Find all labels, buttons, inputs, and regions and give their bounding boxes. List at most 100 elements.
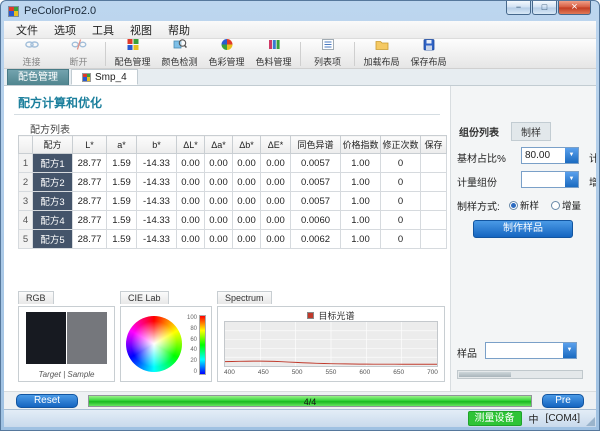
column-header[interactable]: a* <box>107 136 137 154</box>
save-cell[interactable] <box>421 173 447 192</box>
menu-file[interactable]: 文件 <box>8 21 46 39</box>
formula-name-cell[interactable]: 配方1 <box>33 154 73 173</box>
b-value: -14.33 <box>137 211 177 230</box>
toolbar-label: 色料管理 <box>255 57 291 67</box>
dl-value: 0.00 <box>177 211 205 230</box>
toolbar-colorant-manage[interactable]: 色料管理 <box>250 37 297 70</box>
save-cell[interactable] <box>421 154 447 173</box>
progress-text: 4/4 <box>89 397 531 407</box>
base-ratio-input[interactable]: 80.00 ▼ <box>521 147 579 164</box>
toolbar-load-layout[interactable]: 加载布局 <box>358 37 405 70</box>
radio-unselected-icon[interactable] <box>551 201 560 210</box>
tab-make-sample[interactable]: 制样 <box>511 122 551 141</box>
metering-component-dropdown[interactable]: ▼ <box>521 171 579 188</box>
da-value: 0.00 <box>205 230 233 249</box>
table-row[interactable]: 1 配方1 28.77 1.59 -14.33 0.00 0.00 0.00 0… <box>19 154 447 173</box>
radio-increment[interactable]: 增量 <box>551 198 581 212</box>
column-header[interactable]: 价格指数 <box>341 136 381 154</box>
scrollbar-thumb[interactable] <box>459 372 511 377</box>
reset-button[interactable]: Reset <box>16 394 78 408</box>
toolbar-color-matching[interactable]: 配色管理 <box>109 37 156 70</box>
device-status-badge: 测量设备 <box>468 411 522 426</box>
toolbar-list-items[interactable]: 列表项 <box>304 37 351 70</box>
row-number: 1 <box>19 154 33 173</box>
cielab-panel-tab[interactable]: CIE Lab <box>120 291 169 304</box>
maximize-button[interactable] <box>532 1 557 15</box>
column-header[interactable]: b* <box>137 136 177 154</box>
column-header[interactable]: 同色异谱 <box>291 136 341 154</box>
column-header[interactable]: Δa* <box>205 136 233 154</box>
scale-tick: 60 <box>187 337 197 343</box>
chevron-down-icon[interactable]: ▼ <box>565 148 578 163</box>
horizontal-scrollbar[interactable] <box>457 370 583 379</box>
toolbar-save-layout[interactable]: 保存布局 <box>405 37 452 70</box>
db-value: 0.00 <box>233 211 261 230</box>
resize-grip-icon[interactable] <box>586 417 595 426</box>
metamerism-value: 0.0062 <box>291 230 341 249</box>
pre-button[interactable]: Pre <box>542 394 584 408</box>
b-value: -14.33 <box>137 192 177 211</box>
sample-dropdown[interactable]: ▼ <box>485 342 577 359</box>
row-number: 5 <box>19 230 33 249</box>
db-value: 0.00 <box>233 230 261 249</box>
make-sample-button[interactable]: 制作样品 <box>473 220 573 238</box>
column-header[interactable]: ΔL* <box>177 136 205 154</box>
spectrum-panel-tab[interactable]: Spectrum <box>217 291 272 304</box>
table-row[interactable]: 5 配方5 28.77 1.59 -14.33 0.00 0.00 0.00 0… <box>19 230 447 249</box>
spectrum-chart <box>225 322 437 366</box>
minimize-button[interactable] <box>506 1 531 15</box>
menu-view[interactable]: 视图 <box>122 21 160 39</box>
formula-name-cell[interactable]: 配方2 <box>33 173 73 192</box>
toolbar-label: 加载布局 <box>363 57 399 67</box>
dl-value: 0.00 <box>177 192 205 211</box>
dl-value: 0.00 <box>177 154 205 173</box>
toolbar-connect[interactable]: 连接 <box>8 37 55 70</box>
menu-help[interactable]: 帮助 <box>160 21 198 39</box>
toolbar-color-manage[interactable]: 色彩管理 <box>203 37 250 70</box>
formula-name-cell[interactable]: 配方4 <box>33 211 73 230</box>
column-header[interactable]: 配方 <box>33 136 73 154</box>
base-ratio-value: 80.00 <box>525 150 550 161</box>
metamerism-value: 0.0057 <box>291 154 341 173</box>
toolbar-disconnect[interactable]: 断开 <box>55 37 102 70</box>
radio-selected-icon[interactable] <box>509 201 518 210</box>
rgb-panel-tab[interactable]: RGB <box>18 291 54 304</box>
column-header[interactable]: Δb* <box>233 136 261 154</box>
de-value: 0.00 <box>261 173 291 192</box>
chevron-down-icon[interactable]: ▼ <box>565 172 578 187</box>
formula-name-cell[interactable]: 配方5 <box>33 230 73 249</box>
menu-options[interactable]: 选项 <box>46 21 84 39</box>
tab-smp4[interactable]: Smp_4 <box>71 69 138 85</box>
scale-tick: 40 <box>187 347 197 353</box>
app-icon <box>8 6 19 17</box>
save-cell[interactable] <box>421 192 447 211</box>
table-row[interactable]: 4 配方4 28.77 1.59 -14.33 0.00 0.00 0.00 0… <box>19 211 447 230</box>
save-cell[interactable] <box>421 230 447 249</box>
column-header[interactable]: 修正次数 <box>381 136 421 154</box>
column-header[interactable]: L* <box>73 136 107 154</box>
column-header[interactable]: ΔE* <box>261 136 291 154</box>
row-number: 3 <box>19 192 33 211</box>
sample-label: 样品 <box>457 345 477 360</box>
radio-new-sample[interactable]: 新样 <box>509 198 539 212</box>
tab-component-list[interactable]: 组份列表 <box>459 124 499 139</box>
close-button[interactable] <box>558 1 591 15</box>
statusbar: 测量设备 中 [COM4] <box>4 409 596 427</box>
formula-name-cell[interactable]: 配方3 <box>33 192 73 211</box>
chevron-down-icon[interactable]: ▼ <box>563 343 576 358</box>
save-cell[interactable] <box>421 211 447 230</box>
l-value: 28.77 <box>73 173 107 192</box>
connection-text: 中 <box>529 411 539 426</box>
a-value: 1.59 <box>107 154 137 173</box>
corrections-value: 0 <box>381 192 421 211</box>
menu-tools[interactable]: 工具 <box>84 21 122 39</box>
dl-value: 0.00 <box>177 230 205 249</box>
x-tick: 450 <box>258 369 269 376</box>
toolbar-color-detect[interactable]: 颜色检测 <box>156 37 203 70</box>
table-row[interactable]: 2 配方2 28.77 1.59 -14.33 0.00 0.00 0.00 0… <box>19 173 447 192</box>
x-tick: 500 <box>292 369 303 376</box>
tab-color-matching[interactable]: 配色管理 <box>7 69 69 85</box>
color-detect-icon <box>156 37 203 52</box>
table-row[interactable]: 3 配方3 28.77 1.59 -14.33 0.00 0.00 0.00 0… <box>19 192 447 211</box>
column-header[interactable]: 保存 <box>421 136 447 154</box>
